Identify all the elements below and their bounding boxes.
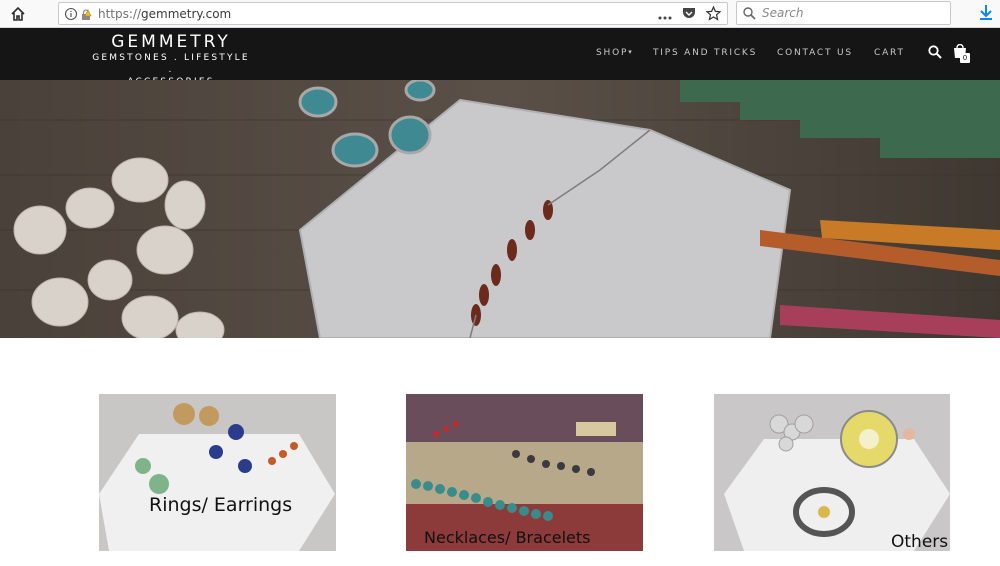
cart-count-badge: 0 — [960, 53, 970, 63]
search-icon — [743, 6, 756, 20]
hero-image — [0, 80, 1000, 338]
page-actions-icon[interactable] — [658, 7, 672, 25]
url-bar[interactable]: https://gemmetry.com — [58, 2, 728, 25]
bookmark-star-icon[interactable] — [705, 5, 722, 26]
category-image — [99, 394, 336, 551]
category-label: Necklaces/ Bracelets — [424, 528, 591, 547]
info-icon[interactable] — [64, 7, 78, 21]
insecure-lock-icon[interactable] — [80, 8, 92, 20]
nav-cart[interactable]: CART — [874, 48, 905, 58]
brand-tagline-1: GEMSTONES . LIFESTYLE . — [92, 53, 250, 75]
pocket-icon[interactable] — [682, 7, 696, 25]
url-text[interactable]: https://gemmetry.com — [98, 7, 231, 21]
url-host: gemmetry.com — [141, 6, 232, 21]
site-search-icon[interactable] — [928, 45, 942, 59]
category-others[interactable]: Others — [714, 394, 951, 551]
category-image — [714, 394, 950, 551]
nav-contact-us[interactable]: CONTACT US — [777, 48, 853, 58]
url-scheme: https:// — [98, 6, 142, 21]
download-icon[interactable] — [978, 4, 998, 24]
hero-banner — [0, 80, 1000, 338]
category-rings-earrings[interactable]: Rings/ Earrings — [99, 394, 336, 551]
caret-down-icon: ▾ — [628, 48, 634, 56]
home-icon[interactable] — [8, 4, 28, 24]
brand-title: GEMMETRY — [111, 32, 231, 52]
category-label: Others — [891, 532, 949, 551]
search-bar[interactable]: Search — [736, 1, 951, 25]
browser-toolbar: https://gemmetry.com Search — [0, 0, 1000, 28]
search-placeholder: Search — [762, 6, 804, 20]
site-header: GEMMETRY GEMSTONES . LIFESTYLE . ACCESSO… — [0, 28, 1000, 87]
nav-shop[interactable]: SHOP▾ — [596, 48, 634, 58]
nav-shop-label: SHOP — [596, 48, 629, 58]
nav-tips-and-tricks[interactable]: TIPS AND TRICKS — [653, 48, 757, 58]
category-label: Rings/ Earrings — [149, 494, 293, 516]
category-necklaces-bracelets[interactable]: Necklaces/ Bracelets — [406, 394, 643, 551]
